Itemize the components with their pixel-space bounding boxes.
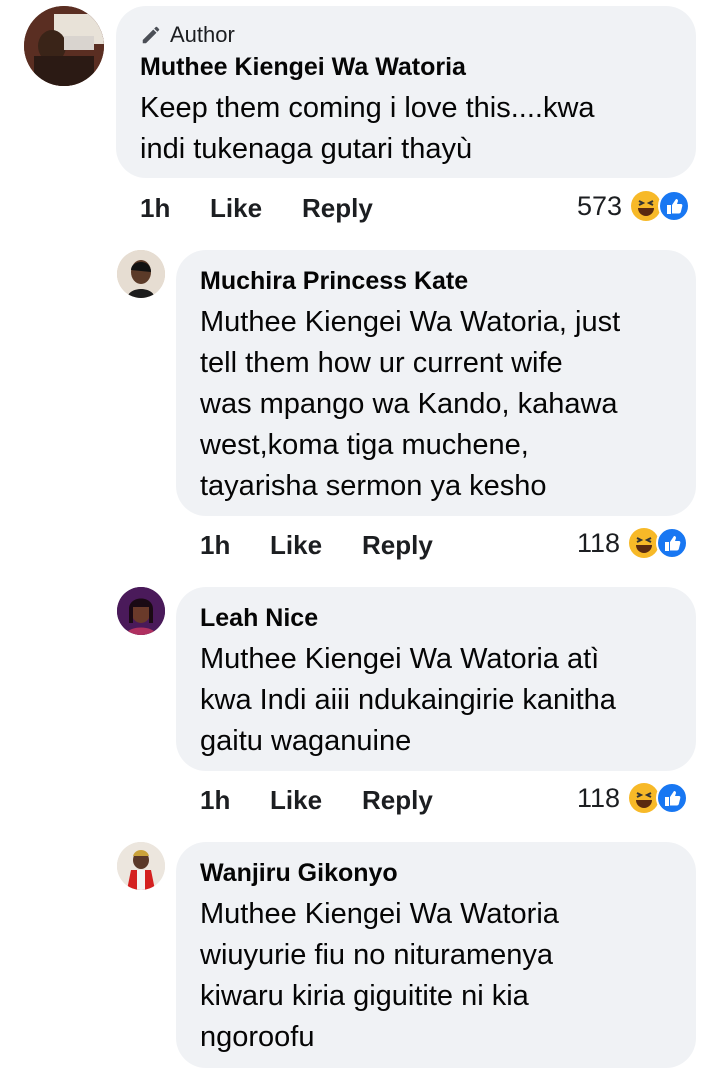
author-badge: Author xyxy=(140,22,672,48)
comment-bubble: Wanjiru Gikonyo Muthee Kiengei Wa Watori… xyxy=(176,842,696,1068)
comment-author-name[interactable]: Muchira Princess Kate xyxy=(200,266,672,296)
reaction-count: 118 xyxy=(577,782,621,813)
comment-author-name[interactable]: Muthee Kiengei Wa Watoria xyxy=(140,52,672,82)
like-button[interactable]: Like xyxy=(270,530,362,561)
reaction-summary[interactable]: 118 xyxy=(577,527,689,559)
reply-button[interactable]: Reply xyxy=(362,785,433,816)
comment-line: kiwaru kiria giguitite ni kia xyxy=(200,980,529,1012)
comment-text: Muthee Kiengei Wa Watoria atì kwa Indi a… xyxy=(200,639,672,762)
like-reaction-icon xyxy=(658,190,691,222)
comment-bubble: Author Muthee Kiengei Wa Watoria Keep th… xyxy=(116,6,696,178)
comment-line: was mpango wa Kando, kahawa xyxy=(200,388,618,420)
comment-line: west,koma tiga muchene, xyxy=(200,429,529,461)
reply-button[interactable]: Reply xyxy=(362,530,433,561)
comment-line: Muthee Kiengei Wa Watoria atì xyxy=(200,643,600,675)
timestamp[interactable]: 1h xyxy=(200,530,270,561)
comment-line: tayarisha sermon ya kesho xyxy=(200,470,547,502)
avatar-image xyxy=(24,6,104,86)
comment-author-name[interactable]: Wanjiru Gikonyo xyxy=(200,858,672,888)
comment-bubble: Leah Nice Muthee Kiengei Wa Watoria atì … xyxy=(176,587,696,771)
comment-text: Keep them coming i love this....kwa indi… xyxy=(140,88,672,170)
comment-author-name[interactable]: Leah Nice xyxy=(200,603,672,633)
timestamp[interactable]: 1h xyxy=(140,193,210,224)
avatar[interactable] xyxy=(117,842,165,890)
timestamp[interactable]: 1h xyxy=(200,785,270,816)
reply-button[interactable]: Reply xyxy=(302,193,373,224)
comment-line: Muthee Kiengei Wa Watoria, just xyxy=(200,306,621,338)
comment-bubble: Muchira Princess Kate Muthee Kiengei Wa … xyxy=(176,250,696,516)
avatar-image xyxy=(117,587,165,635)
pencil-icon xyxy=(142,26,160,44)
comment-line: wiuyurie fiu no nituramenya xyxy=(200,939,554,971)
avatar[interactable] xyxy=(24,6,104,86)
comment-line: ngoroofu xyxy=(200,1021,315,1053)
comment-line: gaitu waganuine xyxy=(200,725,412,757)
reaction-summary[interactable]: 118 xyxy=(577,782,689,814)
avatar[interactable] xyxy=(117,587,165,635)
avatar[interactable] xyxy=(117,250,165,298)
comment-text: Muthee Kiengei Wa Watoria, just tell the… xyxy=(200,302,672,507)
reaction-count: 118 xyxy=(577,527,621,558)
avatar-image xyxy=(117,842,165,890)
comment-line: indi tukenaga gutari thayù xyxy=(140,133,473,165)
comment-line: Keep them coming i love this....kwa xyxy=(140,92,595,124)
like-reaction-icon xyxy=(656,782,689,814)
comment-actions: 1h Like Reply xyxy=(200,785,433,816)
comment-text: Muthee Kiengei Wa Watoria wiuyurie fiu n… xyxy=(200,894,672,1058)
like-button[interactable]: Like xyxy=(270,785,362,816)
like-reaction-icon xyxy=(656,527,689,559)
comment-actions: 1h Like Reply xyxy=(200,530,433,561)
comment-line: Muthee Kiengei Wa Watoria xyxy=(200,898,559,930)
comment-line: kwa Indi aiii ndukaingirie kanitha xyxy=(200,684,616,716)
comment-line: tell them how ur current wife xyxy=(200,347,563,379)
reaction-summary[interactable]: 573 xyxy=(577,190,691,222)
reaction-count: 573 xyxy=(577,190,623,221)
comment-actions: 1h Like Reply xyxy=(140,193,373,224)
like-button[interactable]: Like xyxy=(210,193,302,224)
author-badge-label: Author xyxy=(170,22,235,47)
avatar-image xyxy=(117,250,165,298)
